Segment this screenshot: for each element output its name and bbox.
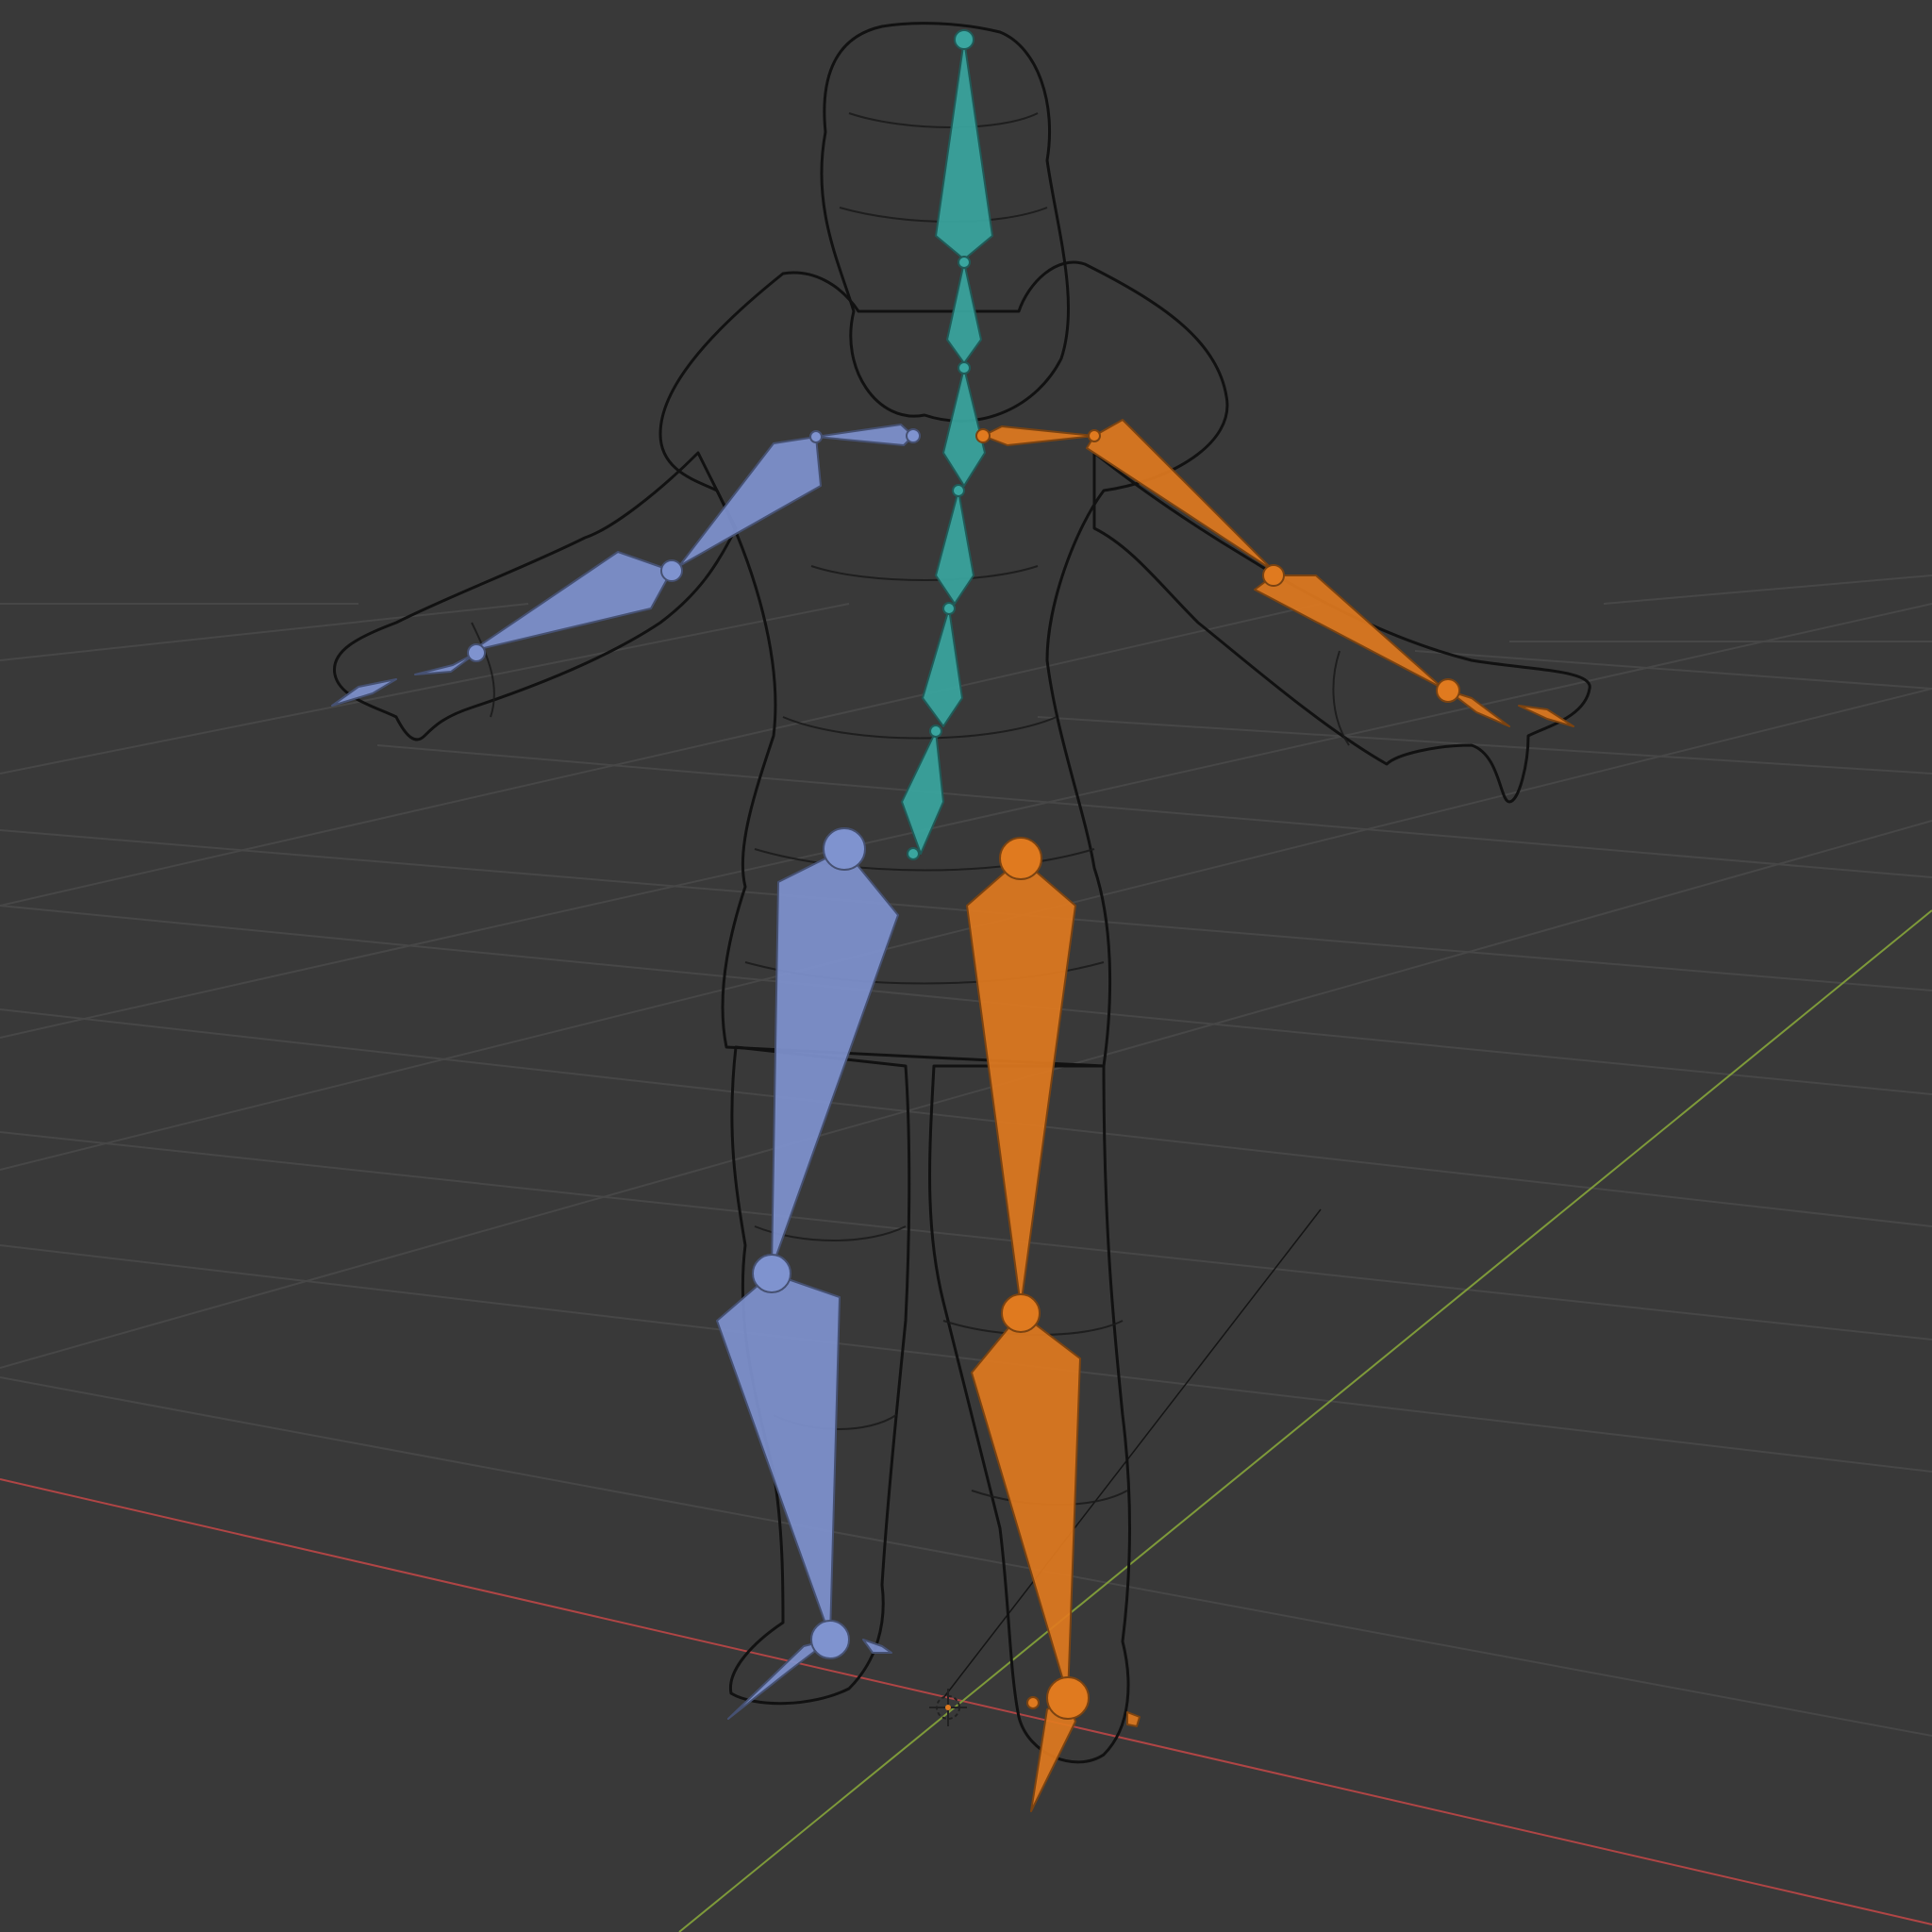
joint-knee-left[interactable] xyxy=(752,1254,791,1293)
joint-shoulder-right[interactable] xyxy=(1088,429,1101,442)
mesh-detail xyxy=(810,565,1039,581)
viewport-canvas[interactable] xyxy=(0,0,1932,1932)
y-axis-line xyxy=(678,909,1932,1932)
floor-grid xyxy=(0,575,1932,1737)
joint-ankle-right[interactable] xyxy=(1046,1676,1090,1720)
bone-forearm-left[interactable] xyxy=(471,551,673,652)
mesh-detail xyxy=(782,716,1058,740)
bone-thigh-left[interactable] xyxy=(771,848,899,1270)
joint-spine[interactable] xyxy=(942,602,956,615)
joint-hips-end[interactable] xyxy=(907,847,920,860)
bone-hips[interactable] xyxy=(901,730,944,855)
grid-line xyxy=(0,603,850,774)
joint-wrist-left[interactable] xyxy=(467,643,486,662)
grid-line xyxy=(376,744,1932,878)
left-arm-chain[interactable] xyxy=(331,424,921,707)
grid-line xyxy=(0,1131,1932,1341)
joint-elbow-left[interactable] xyxy=(660,559,683,582)
right-arm-chain[interactable] xyxy=(975,419,1574,727)
joint-neck[interactable] xyxy=(958,256,971,269)
grid-line xyxy=(0,603,529,661)
joint-spine[interactable] xyxy=(929,724,942,738)
joint-shoulder-left[interactable] xyxy=(906,428,921,443)
joint-ankle-left[interactable] xyxy=(810,1620,850,1659)
grid-line xyxy=(1603,575,1932,605)
bone-shin-left[interactable] xyxy=(716,1273,841,1638)
bone-spine-3[interactable] xyxy=(942,367,986,487)
joint-wrist-right[interactable] xyxy=(1436,678,1460,703)
bone-head[interactable] xyxy=(935,39,993,260)
grid-line xyxy=(1414,650,1932,690)
grid-line xyxy=(0,1376,1932,1737)
joint-hip-left[interactable] xyxy=(823,827,866,871)
grid-line xyxy=(0,1244,1932,1473)
bone-upper-arm-right[interactable] xyxy=(1086,419,1274,572)
joint-shoulder-right[interactable] xyxy=(975,428,991,443)
grid-line xyxy=(0,603,1322,907)
joint-heel-right[interactable] xyxy=(1026,1696,1040,1709)
mesh-detail xyxy=(848,112,1039,128)
bone-spine-2[interactable] xyxy=(935,490,974,605)
grid-line xyxy=(1037,716,1932,774)
joint-knee-right[interactable] xyxy=(1001,1293,1041,1333)
grid-line xyxy=(0,829,1932,991)
bone-toe-right[interactable] xyxy=(1126,1711,1141,1727)
x-axis-line xyxy=(0,1478,1932,1925)
grid-line xyxy=(0,603,1932,1039)
bone-thigh-right[interactable] xyxy=(966,858,1076,1307)
bone-finger-right[interactable] xyxy=(1518,705,1574,727)
3d-viewport[interactable] xyxy=(0,0,1932,1932)
mesh-detail xyxy=(754,848,1095,872)
bone-neck[interactable] xyxy=(946,261,982,364)
joint-hip-right[interactable] xyxy=(999,837,1042,880)
joint-head-top[interactable] xyxy=(954,29,974,50)
joint-shoulder-left[interactable] xyxy=(809,430,823,443)
bone-shin-right[interactable] xyxy=(971,1312,1081,1697)
bone-hand-left[interactable] xyxy=(414,652,477,675)
bone-shoulder-right[interactable] xyxy=(982,425,1095,446)
joint-elbow-right[interactable] xyxy=(1262,564,1285,587)
grid-line xyxy=(0,820,1932,1369)
bone-shoulder-left[interactable] xyxy=(815,424,914,446)
bone-forearm-right[interactable] xyxy=(1254,575,1444,690)
grid-line xyxy=(0,688,1932,1171)
joint-spine[interactable] xyxy=(952,484,965,497)
mesh-arm-left xyxy=(332,451,738,741)
bone-spine-1[interactable] xyxy=(922,608,963,727)
joint-spine[interactable] xyxy=(958,361,971,375)
grid-line xyxy=(0,1008,1932,1227)
